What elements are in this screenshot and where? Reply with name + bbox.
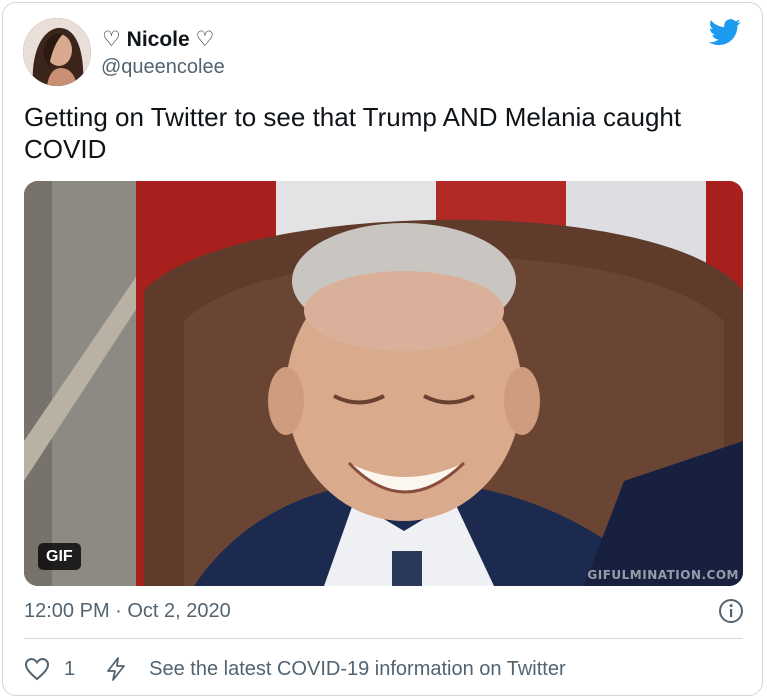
heart-icon[interactable] — [24, 657, 50, 681]
gif-image — [24, 181, 743, 586]
divider — [24, 638, 743, 639]
twitter-bird-icon[interactable] — [707, 16, 743, 48]
lightning-icon[interactable] — [105, 656, 127, 682]
tweet-actions: 1 See the latest COVID-19 information on… — [24, 655, 566, 683]
tweet-media-gif[interactable]: GIF GIFULMINATION.COM — [24, 181, 743, 586]
avatar[interactable] — [23, 18, 91, 86]
author-display-name[interactable]: ♡ Nicole ♡ — [102, 27, 214, 53]
tweet-timestamp[interactable]: 12:00 PM · Oct 2, 2020 — [24, 599, 231, 623]
like-count: 1 — [64, 657, 76, 680]
author-handle[interactable]: @queencolee — [101, 55, 225, 79]
gif-badge: GIF — [38, 543, 81, 570]
avatar-photo — [23, 18, 91, 86]
info-icon[interactable] — [718, 598, 744, 624]
gif-watermark: GIFULMINATION.COM — [587, 568, 739, 582]
tweet-text: Getting on Twitter to see that Trump AND… — [24, 102, 682, 164]
covid-info-link[interactable]: See the latest COVID-19 information on T… — [149, 658, 566, 681]
